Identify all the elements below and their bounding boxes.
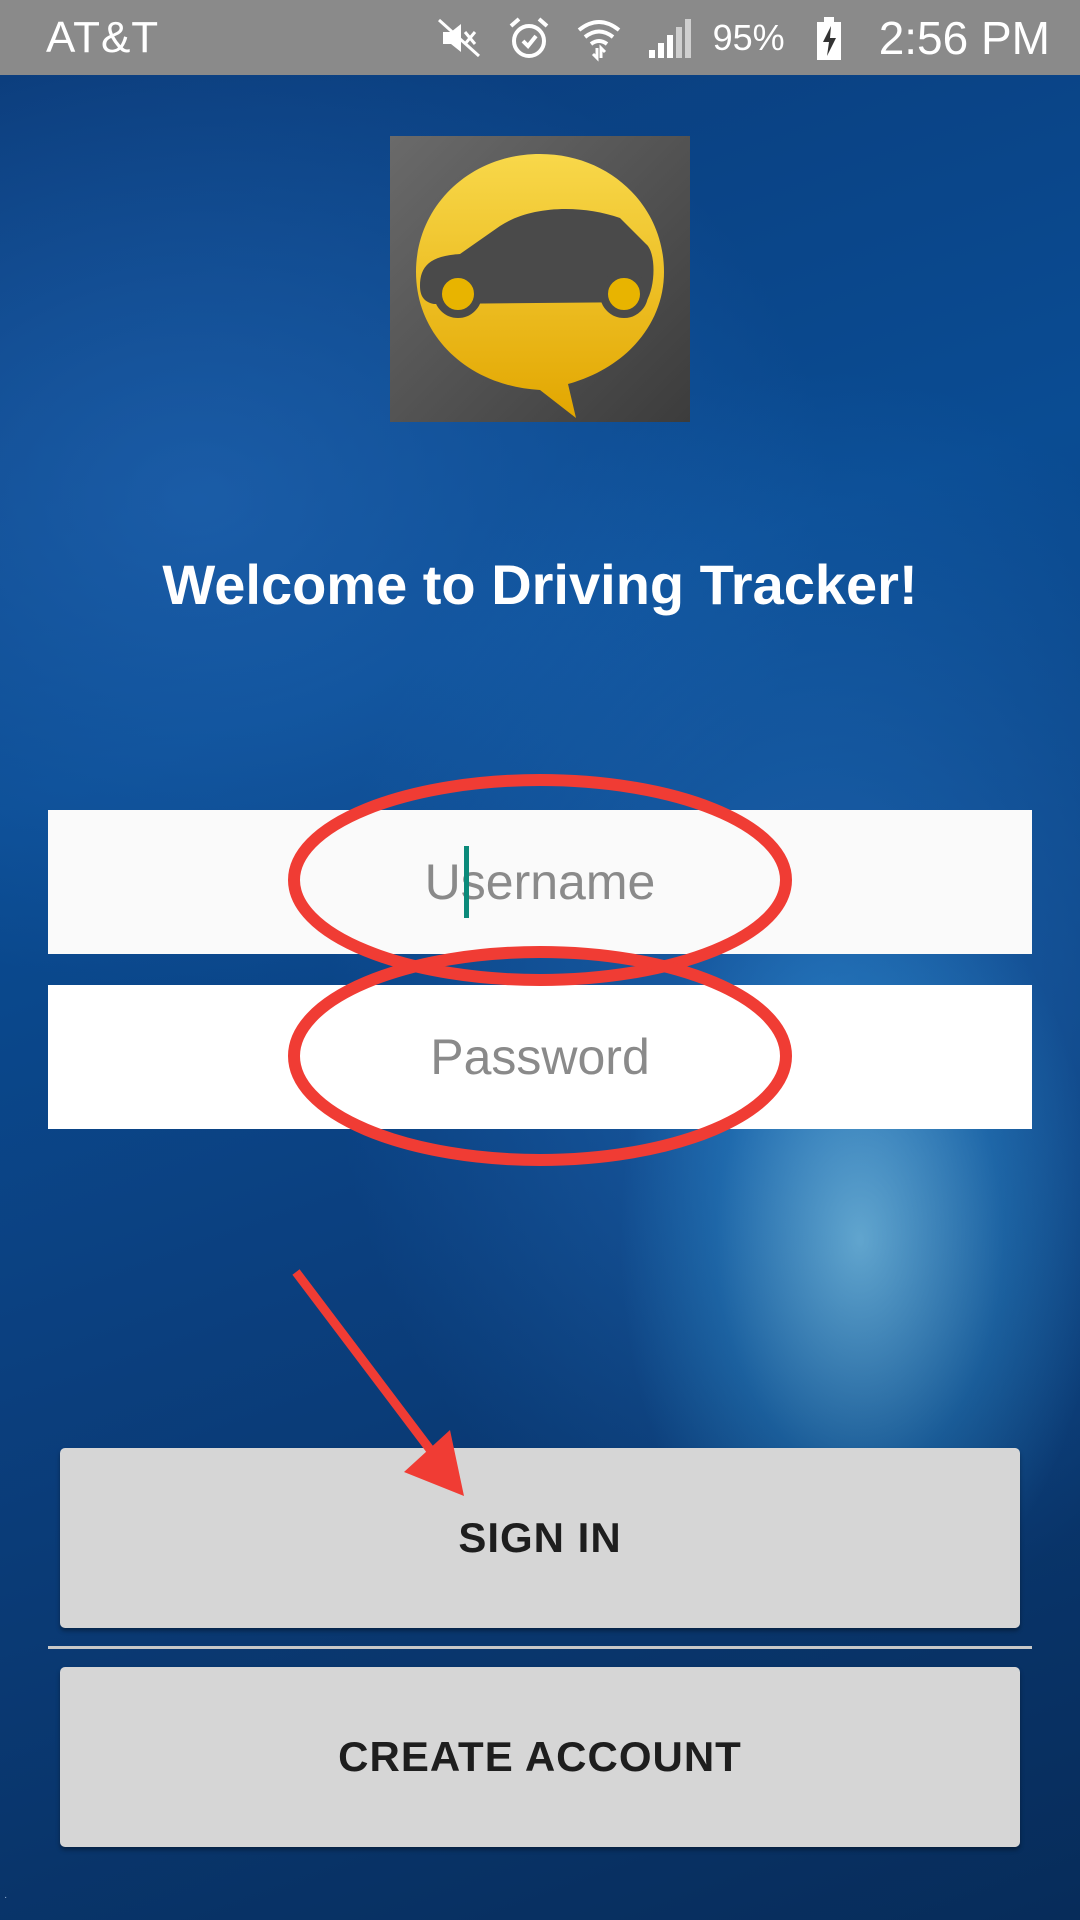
- status-bar: AT&T 95% 2:56 PM: [0, 0, 1080, 75]
- car-chat-bubble-icon: [416, 154, 664, 418]
- mute-icon: [433, 12, 485, 64]
- create-account-button[interactable]: CREATE ACCOUNT: [60, 1667, 1020, 1847]
- battery-charging-icon: [803, 12, 855, 64]
- text-cursor: [464, 846, 469, 918]
- alarm-icon: [503, 12, 555, 64]
- username-input[interactable]: [48, 810, 1032, 954]
- status-icons: 95% 2:56 PM: [433, 11, 1050, 65]
- app-logo: [390, 136, 690, 422]
- button-divider: [48, 1646, 1032, 1649]
- clock: 2:56 PM: [878, 11, 1050, 64]
- signal-icon: [643, 12, 695, 64]
- username-field-container: [48, 810, 1032, 954]
- login-screen: AT&T 95% 2:56 PM Welcome to Driving Trac…: [0, 0, 1080, 1920]
- carrier-label: AT&T: [46, 12, 160, 62]
- battery-percent: 95%: [712, 16, 785, 58]
- welcome-title: Welcome to Driving Tracker!: [162, 553, 918, 616]
- watermark-mark: ·: [4, 1892, 8, 1903]
- password-field-container: [48, 985, 1032, 1129]
- sign-in-button[interactable]: SIGN IN: [60, 1448, 1020, 1628]
- wifi-icon: [573, 12, 625, 64]
- password-input[interactable]: [48, 985, 1032, 1129]
